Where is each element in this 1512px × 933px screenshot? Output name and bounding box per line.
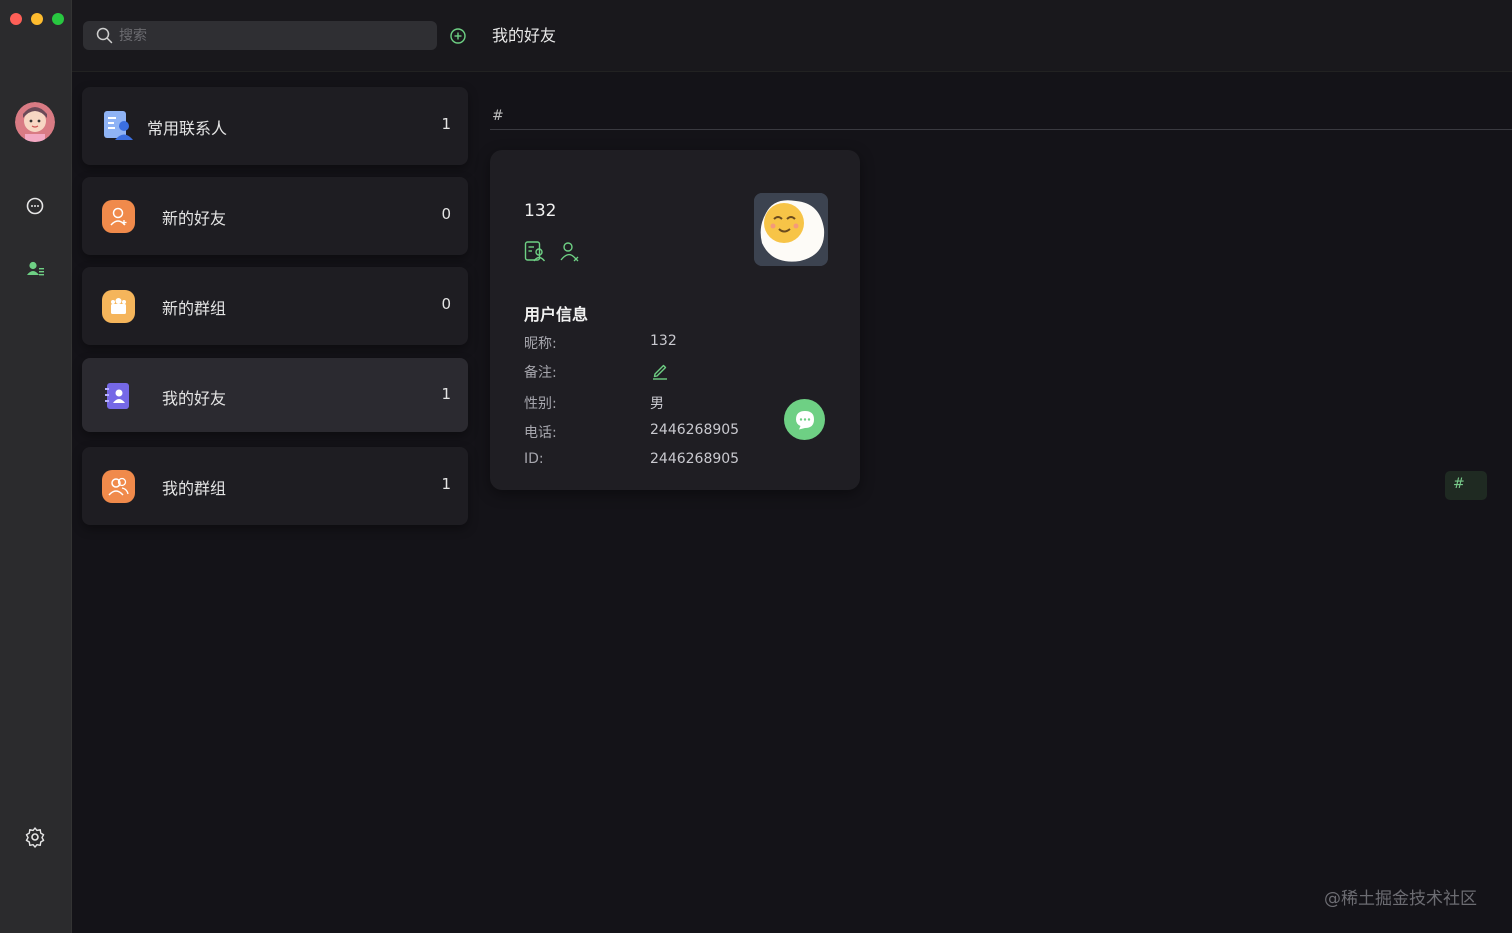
category-label: 新的群组: [162, 299, 227, 318]
search-icon: [96, 27, 113, 44]
info-key: 昵称:: [524, 336, 557, 352]
search-input[interactable]: [119, 21, 429, 50]
info-key: 备注:: [524, 365, 557, 381]
info-value: 2446268905: [650, 451, 740, 467]
friend-card[interactable]: 132 用户信息 昵称: 132 备注: 性别: 男 电话: 244626890…: [490, 150, 860, 490]
remove-friend-icon[interactable]: [558, 240, 580, 266]
contacts-icon[interactable]: [24, 258, 46, 280]
contact-card-icon[interactable]: [524, 240, 546, 266]
info-key: ID:: [524, 451, 544, 467]
category-count: 1: [441, 115, 451, 133]
category-my-friends[interactable]: 我的好友 1: [82, 358, 468, 432]
friend-avatar: [754, 193, 828, 266]
friend-name: 132: [524, 201, 557, 221]
add-contact-button[interactable]: [449, 27, 467, 45]
category-new-groups[interactable]: 新的群组 0: [82, 267, 468, 345]
chat-icon[interactable]: [24, 195, 46, 217]
send-message-button[interactable]: [784, 399, 825, 440]
watermark: @稀土掘金技术社区: [1324, 889, 1477, 909]
top-bar: 我的好友: [72, 0, 1512, 72]
category-my-groups[interactable]: 我的群组 1: [82, 447, 468, 525]
friend-card-icon: [102, 379, 135, 412]
index-letter: #: [492, 108, 504, 124]
user-avatar[interactable]: [15, 102, 55, 142]
contacts-book-icon: [102, 109, 135, 142]
info-value: 132: [650, 333, 677, 349]
info-key: 性别:: [524, 396, 557, 412]
category-count: 1: [441, 475, 451, 493]
category-frequent-contacts[interactable]: 常用联系人 1: [82, 87, 468, 165]
settings-gear-icon[interactable]: [24, 826, 46, 848]
edit-remark-icon[interactable]: [650, 360, 670, 380]
page-title: 我的好友: [492, 26, 557, 45]
info-value: 男: [650, 396, 664, 412]
category-count: 0: [441, 295, 451, 313]
my-groups-icon: [102, 470, 135, 503]
plus-circle-icon: [450, 28, 466, 44]
window-zoom-button[interactable]: [52, 13, 64, 25]
info-key: 电话:: [524, 425, 557, 441]
category-count: 0: [441, 205, 451, 223]
index-jump-button[interactable]: #: [1445, 471, 1487, 500]
category-label: 我的群组: [162, 479, 227, 498]
category-label: 我的好友: [162, 389, 227, 408]
window-close-button[interactable]: [10, 13, 22, 25]
category-count: 1: [441, 385, 451, 403]
info-value: 2446268905: [650, 422, 740, 438]
add-friend-icon: [102, 200, 135, 233]
left-rail: [0, 0, 72, 933]
new-group-icon: [102, 290, 135, 323]
category-label: 常用联系人: [147, 119, 228, 138]
chat-bubble-icon: [795, 410, 814, 429]
category-new-friends[interactable]: 新的好友 0: [82, 177, 468, 255]
divider: [490, 129, 1512, 130]
search-box[interactable]: [83, 21, 437, 50]
category-label: 新的好友: [162, 209, 227, 228]
user-info-title: 用户信息: [524, 305, 589, 324]
window-minimize-button[interactable]: [31, 13, 43, 25]
